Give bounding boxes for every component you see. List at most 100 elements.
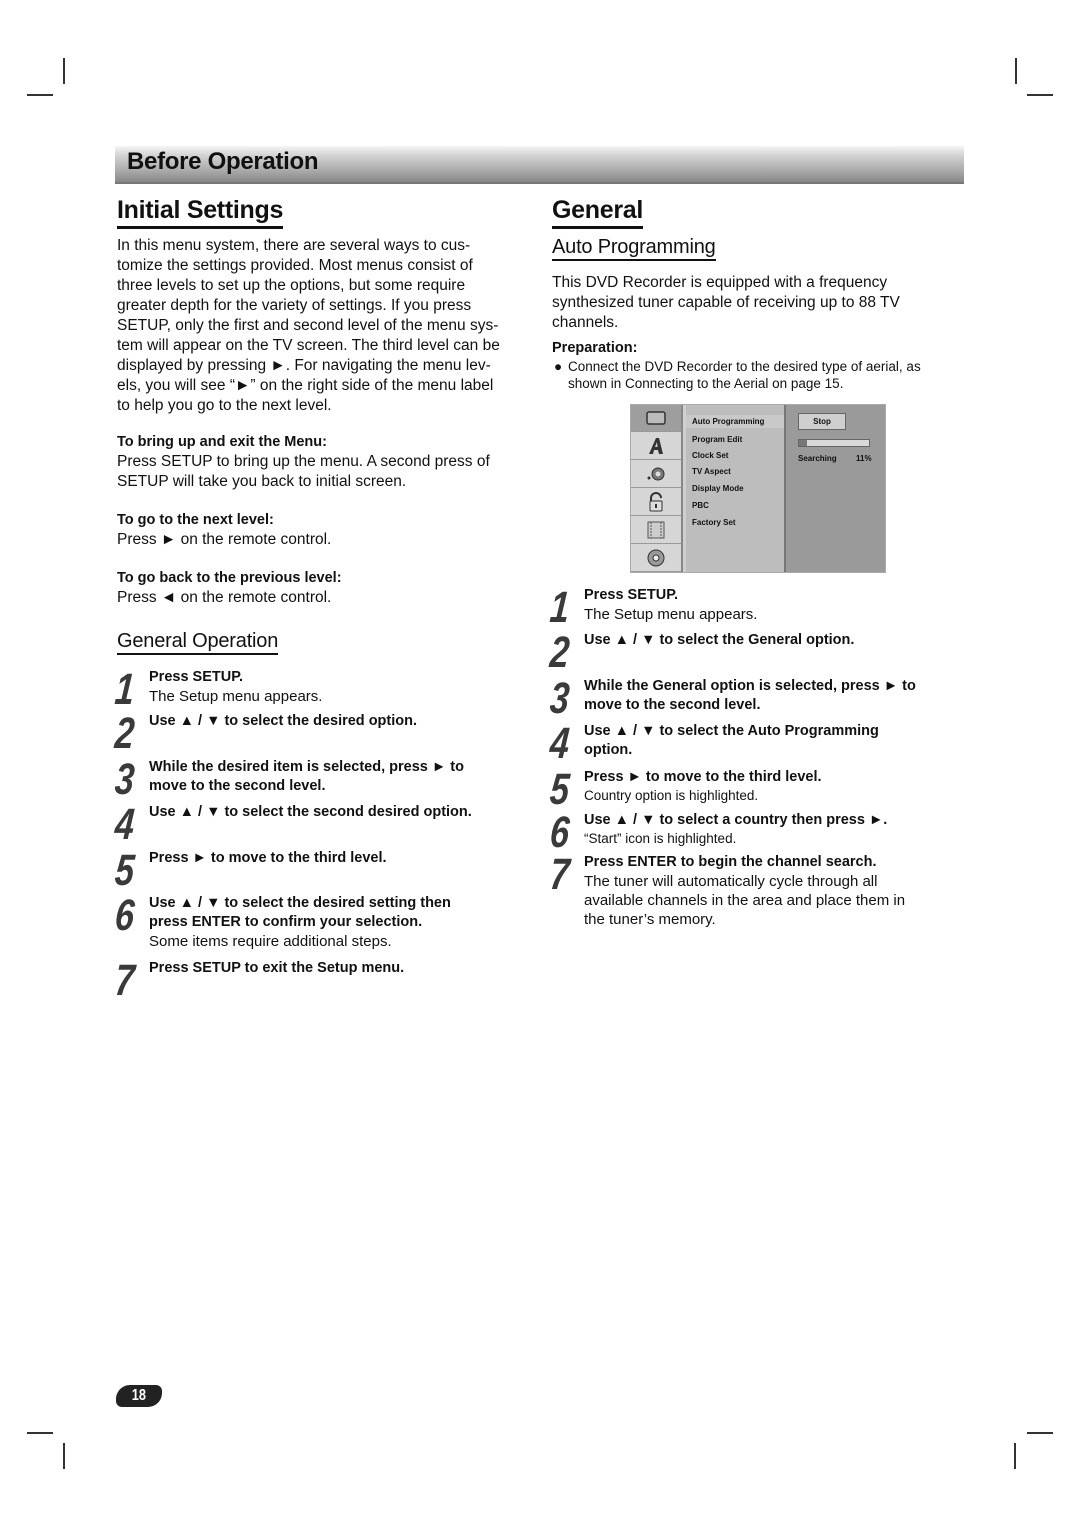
search-progress-text: 11% [856,454,872,463]
step-instruction: move to the second level. [584,697,761,713]
preparation-title: Preparation: [552,340,638,356]
step-text: Use ▲ / ▼ to select the desired option. [149,712,529,731]
intro-line: synthesized tuner capable of receiving u… [552,294,900,311]
step-number: 7 [113,956,137,1005]
help-section-body: Press ► on the remote control. [117,531,332,548]
setup-menu-screenshot: Auto Programming Program Edit Clock Set TV … [630,404,886,573]
menu-item[interactable]: Factory Set [692,518,736,527]
film-icon[interactable] [631,517,681,544]
step-text: While the General option is selected, pr… [584,677,964,715]
step-text: Press ► to move to the third level. Count… [584,768,964,804]
step-text: Use ▲ / ▼ to select the General option. [584,631,964,650]
bullet-icon: ● [554,359,563,374]
page-number: 18 [131,1387,147,1404]
step-note: The Setup menu appears. [149,688,323,705]
disc-icon[interactable] [631,545,681,572]
intro-line: In this menu system, there are several w… [117,237,471,254]
step-text: Press SETUP. The Setup menu appears. [149,668,529,706]
step-note: “Start” icon is highlighted. [584,831,737,846]
step-text: Use ▲ / ▼ to select the second desired o… [149,803,529,822]
intro-line: tem will appear on the TV screen. The th… [117,337,500,354]
step-number: 1 [548,583,572,632]
step-instruction: press ENTER to confirm your selection. [149,914,423,930]
step-instruction: While the desired item is selected, pres… [149,759,464,775]
preparation-line: Connect the DVD Recorder to the desired … [568,359,921,374]
language-a-icon[interactable] [631,433,681,460]
menu-item[interactable]: TV Aspect [692,467,731,476]
step-text: Use ▲ / ▼ to select the Auto Programming… [584,722,964,760]
step-instruction: Press SETUP. [149,669,244,685]
crop-mark [1027,1432,1053,1434]
search-progress-fill [799,440,807,446]
crop-mark [1027,94,1053,96]
intro-line: displayed by pressing ►. For navigating … [117,357,491,374]
audio-speaker-icon[interactable] [631,461,681,488]
step-text: Press ► to move to the third level. [149,849,529,868]
menu-item[interactable]: Program Edit [692,435,742,444]
crop-mark [63,58,65,84]
step-number: 4 [113,800,137,849]
search-progress-bar [798,439,870,447]
tv-screen-icon[interactable] [631,405,681,432]
step-number: 7 [548,850,572,899]
step-number: 2 [548,628,572,677]
intro-line: SETUP, only the first and second level o… [117,317,499,334]
initial-settings-heading: Initial Settings [117,196,283,229]
help-section: To bring up and exit the Menu: Press SETU… [117,433,537,492]
step-number: 5 [548,765,572,814]
crop-mark [1014,1443,1016,1469]
menu-item[interactable]: Clock Set [692,451,728,460]
crop-mark [27,94,53,96]
step-instruction: While the General option is selected, pr… [584,678,916,694]
right-column: General [552,196,643,229]
help-section-title: To go back to the previous level: [117,570,342,586]
general-operation-heading-wrap: General Operation [117,630,278,655]
crop-mark [1015,58,1017,84]
step-number: 6 [113,891,137,940]
preparation-bullet: ● Connect the DVD Recorder to the desire… [552,358,972,392]
preparation-text: Connect the DVD Recorder to the desired … [568,358,972,392]
search-status-label: Searching [798,454,837,463]
step-text: Press SETUP. The Setup menu appears. [584,586,964,624]
step-instruction: Use ▲ / ▼ to select the Auto Programming [584,723,879,739]
step-text: Press ENTER to begin the channel search.… [584,853,964,929]
step-note: The Setup menu appears. [584,606,758,623]
help-section-title: To bring up and exit the Menu: [117,434,327,450]
step-instruction: Use ▲ / ▼ to select a country then press… [584,812,888,828]
intro-line: three levels to set up the options, but … [117,277,466,294]
step-number: 1 [113,665,137,714]
step-number: 2 [113,709,137,758]
crop-mark [27,1432,53,1434]
menu-item[interactable]: PBC [692,501,709,510]
lock-icon[interactable] [631,489,681,516]
step-note: Some items require additional steps. [149,933,392,950]
menu-third-level-panel: Stop Searching 11% [786,405,885,572]
step-note: The tuner will automatically cycle throu… [584,873,878,890]
step-instruction: Use ▲ / ▼ to select the desired setting … [149,895,451,911]
stop-button[interactable]: Stop [798,413,846,430]
step-number: 3 [113,755,137,804]
step-text: Use ▲ / ▼ to select a country then press… [584,811,964,847]
auto-programming-heading-wrap: Auto Programming [552,236,716,261]
step-number: 6 [548,808,572,857]
help-section-body: Press ◄ on the remote control. [117,589,332,606]
help-section: To go back to the previous level: Press ◄… [117,569,537,608]
help-section: To go to the next level: Press ► on the r… [117,511,537,550]
intro-line: greater depth for the variety of setting… [117,297,472,314]
step-number: 3 [548,674,572,723]
intro-line: channels. [552,314,619,331]
step-instruction: Use ▲ / ▼ to select the second desired o… [149,804,472,820]
help-section-title: To go to the next level: [117,512,274,528]
step-note: Country option is highlighted. [584,788,759,803]
menu-item[interactable]: Auto Programming [686,415,784,428]
step-instruction: Use ▲ / ▼ to select the General option. [584,632,855,648]
section-banner: Before Operation [115,146,964,184]
step-text: Press SETUP to exit the Setup menu. [149,959,529,978]
menu-item[interactable]: Display Mode [692,484,744,493]
step-instruction: option. [584,742,633,758]
banner-title: Before Operation [127,148,319,175]
general-heading: General [552,196,643,229]
help-section-body: SETUP will take you back to initial scre… [117,473,407,490]
intro-line: This DVD Recorder is equipped with a fre… [552,274,888,291]
step-instruction: Use ▲ / ▼ to select the desired option. [149,713,418,729]
